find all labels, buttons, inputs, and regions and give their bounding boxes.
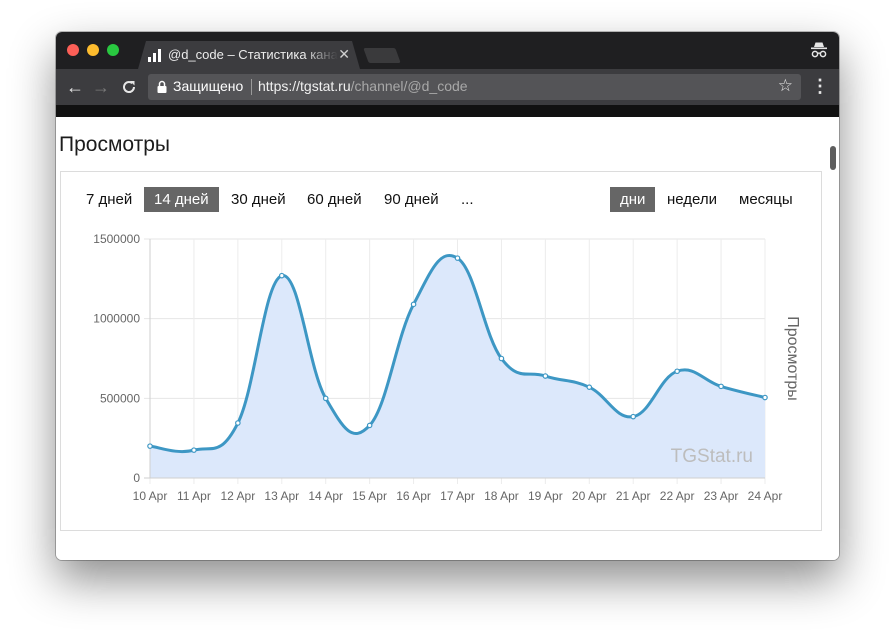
x-tick-label: 15 Apr: [352, 489, 387, 503]
data-point: [454, 255, 461, 261]
data-point: [674, 368, 680, 375]
reload-icon[interactable]: [120, 78, 138, 96]
x-tick-label: 21 Apr: [616, 489, 651, 503]
data-point: [542, 373, 549, 379]
x-tick-label: 14 Apr: [308, 489, 343, 503]
x-tick-label: 24 Apr: [748, 489, 783, 503]
range-button-30-days[interactable]: 30 дней: [221, 187, 296, 212]
x-tick-label: 19 Apr: [528, 489, 563, 503]
url-path: /channel/@d_code: [350, 78, 468, 94]
data-point: [366, 422, 373, 429]
url-host: https://tgstat.ru: [258, 78, 351, 94]
data-point: [410, 301, 417, 308]
range-button-14-days[interactable]: 14 дней: [144, 187, 219, 212]
browser-menu-icon[interactable]: ⋮: [811, 75, 829, 97]
y-tick-label: 1000000: [93, 312, 140, 326]
y-tick-label: 500000: [100, 391, 140, 405]
data-point: [278, 272, 285, 279]
range-button-90-days[interactable]: 90 дней: [374, 187, 449, 212]
data-point: [630, 413, 637, 420]
x-tick-label: 10 Apr: [133, 489, 168, 503]
incognito-icon[interactable]: [810, 41, 828, 59]
bookmark-star-icon[interactable]: ☆: [778, 76, 793, 96]
maximize-window-button[interactable]: [107, 44, 119, 56]
address-bar[interactable]: Защищено https://tgstat.ru/channel/@d_co…: [148, 74, 801, 100]
new-tab-button[interactable]: [363, 48, 401, 63]
data-point: [762, 394, 768, 401]
url-text[interactable]: https://tgstat.ru/channel/@d_code: [258, 78, 468, 94]
x-tick-label: 20 Apr: [572, 489, 607, 503]
views-line-chart: 1500000 1000000 500000 0 10 Apr 11 Apr 12 Apr 1…: [93, 232, 801, 503]
tab-close-icon[interactable]: ✕: [338, 46, 350, 63]
period-button-weeks[interactable]: недели: [657, 187, 727, 212]
views-chart-panel: 7 дней 14 дней 30 дней 60 дней 90 дней .…: [60, 171, 822, 531]
x-tick-label: 16 Apr: [396, 489, 431, 503]
bar-chart-icon: [148, 49, 162, 62]
browser-tab[interactable]: @d_code – Статистика канала ✕: [138, 41, 360, 69]
data-point: [498, 355, 505, 362]
period-button-days[interactable]: дни: [610, 187, 656, 212]
x-tick-label: 11 Apr: [177, 489, 211, 503]
lock-icon: [157, 80, 167, 93]
data-point: [718, 383, 724, 390]
x-tick-label: 22 Apr: [660, 489, 695, 503]
page-top-bar: [56, 105, 839, 117]
browser-toolbar: ← → Защищено https://tgstat.ru/channel/@…: [56, 69, 839, 105]
tab-strip: @d_code – Статистика канала ✕: [56, 32, 839, 69]
page-content: Просмотры 7 дней 14 дней 30 дней 60 дней…: [56, 117, 839, 560]
x-tick-label: 18 Apr: [484, 489, 519, 503]
browser-window: @d_code – Статистика канала ✕ ← → Защище…: [56, 32, 839, 560]
data-point: [147, 443, 153, 449]
range-button-60-days[interactable]: 60 дней: [297, 187, 372, 212]
x-tick-label: 23 Apr: [704, 489, 739, 503]
back-icon[interactable]: ←: [66, 76, 84, 98]
range-button-more[interactable]: ...: [451, 187, 484, 212]
scrollbar-thumb[interactable]: [830, 146, 836, 170]
watermark-text: TGStat.ru: [671, 446, 753, 467]
data-point: [191, 447, 197, 453]
x-tick-label: 13 Apr: [264, 489, 299, 503]
forward-icon[interactable]: →: [92, 76, 110, 98]
y-axis-title: Просмотры: [784, 316, 801, 401]
section-title: Просмотры: [59, 133, 170, 156]
y-tick-label: 1500000: [93, 232, 140, 246]
x-tick-label: 12 Apr: [221, 489, 256, 503]
data-point: [586, 384, 593, 390]
omnibox-divider: [251, 79, 252, 95]
close-window-button[interactable]: [67, 44, 79, 56]
x-tick-label: 17 Apr: [440, 489, 475, 503]
tab-title: @d_code – Статистика канала: [168, 47, 338, 62]
range-button-7-days[interactable]: 7 дней: [76, 187, 142, 212]
period-button-months[interactable]: месяцы: [729, 187, 803, 212]
data-point: [235, 420, 241, 426]
y-tick-label: 0: [133, 471, 140, 485]
views-area-fill: [150, 255, 765, 478]
secure-label: Защищено: [173, 78, 244, 94]
data-point: [322, 395, 329, 402]
minimize-window-button[interactable]: [87, 44, 99, 56]
